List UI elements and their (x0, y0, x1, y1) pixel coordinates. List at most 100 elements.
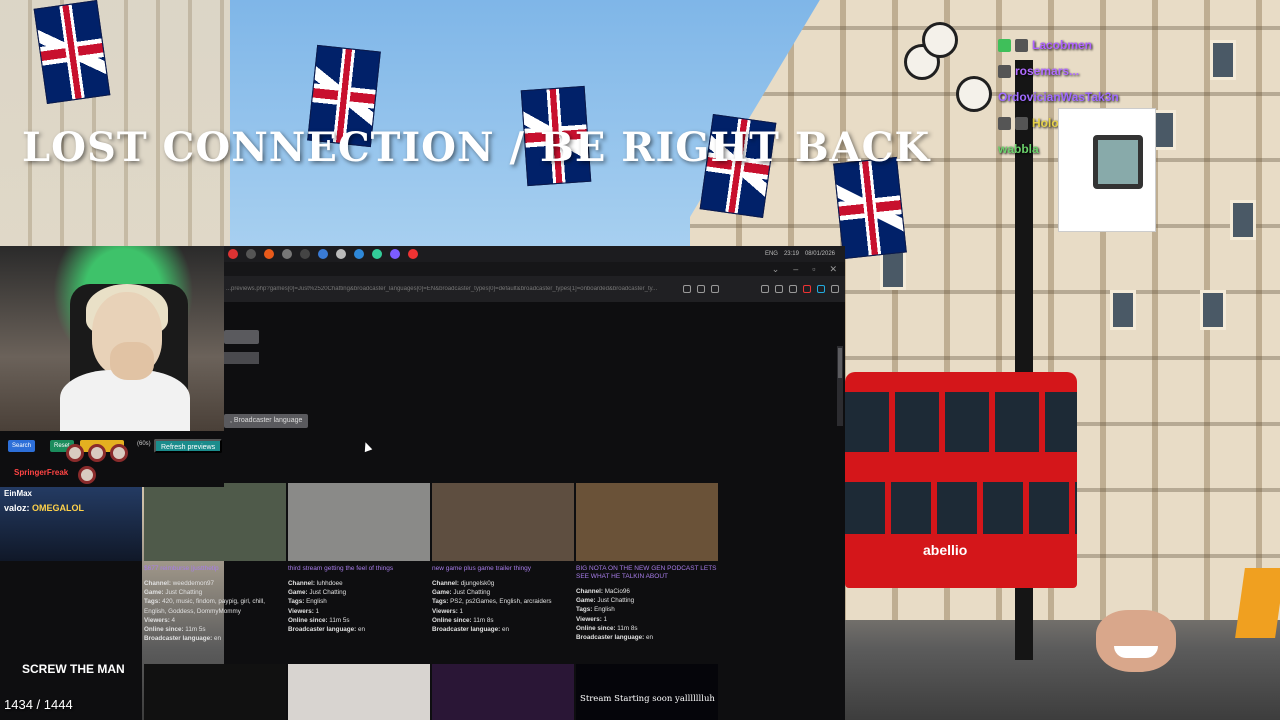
streamer-name: EinMax (4, 489, 33, 498)
stream-card[interactable]: BIG NOTA ON THE NEW GEN PODCAST LETS SEE… (576, 483, 718, 642)
building-window (1210, 40, 1236, 80)
stream-thumbnail[interactable] (432, 483, 574, 561)
app-icon[interactable] (390, 249, 400, 259)
minimize-icon[interactable]: – (793, 264, 798, 274)
maximize-icon[interactable]: ▫ (812, 264, 815, 274)
search-button[interactable]: Search (8, 440, 36, 452)
meta-tags: Tags: 420, music, findom, paypig, girl, … (144, 598, 265, 615)
meta-game: Game: Just Chatting (576, 597, 635, 605)
meta-game: Game: Just Chatting (144, 589, 203, 597)
stream-card[interactable]: third stream getting the feel of things C… (288, 483, 430, 634)
chat-username: Lacobmen (1032, 38, 1093, 52)
meta-viewers: Viewers: 1 (576, 615, 608, 623)
emote-image (1058, 108, 1156, 232)
window-controls: ⌄ – ▫ ✕ (224, 262, 845, 276)
stream-metadata: Channel: MaCio96 Game: Just Chatting Tags:… (576, 587, 718, 642)
app-icon[interactable] (300, 249, 310, 259)
extension-icon[interactable] (761, 285, 769, 293)
chat-username: wabbla (998, 142, 1039, 156)
firefox-icon[interactable] (264, 249, 274, 259)
menu-icon[interactable] (831, 285, 839, 293)
date: 08/01/2026 (804, 251, 835, 257)
stream-title[interactable]: $677 reimburse |justthetip (144, 565, 286, 573)
bus-logo: abellio (923, 542, 968, 558)
meta-online: Online since: 11m 5s (288, 616, 350, 624)
reader-icon[interactable] (683, 285, 691, 293)
badge-icon (998, 38, 1011, 52)
left-stream-card: EinMax valoz: OMEGALOL (0, 487, 142, 720)
app-icon[interactable] (336, 249, 346, 259)
stream-thumbnail[interactable] (288, 483, 430, 561)
address-bar[interactable]: ...previews.php?games[0]=Just%2520Chatti… (224, 276, 845, 302)
bottom-caption: SCREW THE MAN (22, 662, 125, 676)
stream-metadata: Channel: weeddemon97 Game: Just Chatting T… (144, 579, 286, 643)
meta-online: Online since: 11m 8s (576, 624, 638, 632)
emote-icon (78, 466, 96, 484)
badge-icon (998, 64, 1011, 78)
language-select[interactable] (224, 352, 259, 364)
meta-channel: Channel: weeddemon97 (144, 580, 214, 587)
stream-thumbnail[interactable]: Stream Starting soon yallllllluh (576, 664, 718, 720)
meta-language: Broadcaster language: en (144, 635, 222, 643)
stream-metadata: Channel: luhhdoee Game: Just Chatting Tags… (288, 579, 430, 634)
chat-message: OrdovicianWasTak3n (998, 84, 1198, 110)
stream-scene: { "overlay": { "banner": "LOST CONNECTIO… (0, 0, 1280, 720)
stream-card[interactable]: new game plus game trailer thingy Channel… (432, 483, 574, 634)
extension-icon[interactable] (789, 285, 797, 293)
meta-online: Online since: 11m 8s (432, 616, 494, 624)
extension-icon[interactable] (817, 285, 825, 293)
scrollbar[interactable] (837, 346, 843, 426)
chat-username: SpringerFreak (14, 468, 69, 477)
url-text[interactable]: ...previews.php?games[0]=Just%2520Chatti… (226, 286, 677, 292)
stream-card[interactable]: $677 reimburse |justthetip Channel: weedd… (144, 483, 286, 643)
building-window (1200, 290, 1226, 330)
refresh-previews-button[interactable]: Refresh previews (154, 439, 223, 453)
badge-icon (1015, 116, 1028, 130)
stream-thumbnail[interactable]: EinMax valoz: OMEGALOL (0, 487, 142, 561)
chat-message: rosemars... (998, 58, 1198, 84)
emote-icon (110, 444, 128, 462)
extension-icon[interactable] (803, 285, 811, 293)
meta-channel: Channel: djungelsk0g (432, 580, 495, 587)
close-icon[interactable]: ✕ (829, 264, 837, 275)
stream-title[interactable]: BIG NOTA ON THE NEW GEN PODCAST LETS SEE… (576, 565, 718, 581)
stream-thumbnail[interactable] (432, 664, 574, 720)
clock: 23:19 (783, 251, 799, 257)
stream-thumbnail[interactable] (576, 483, 718, 561)
building-window (880, 250, 906, 290)
meta-game: Game: Just Chatting (288, 589, 347, 597)
app-icon[interactable] (408, 249, 418, 259)
red-bus: abellio (845, 372, 1077, 588)
lamp-globe (956, 76, 992, 112)
chevron-down-icon[interactable]: ⌄ (772, 264, 780, 275)
stream-thumbnail[interactable] (288, 664, 430, 720)
filter-chip[interactable]: , Broadcaster language (224, 414, 309, 428)
app-icon[interactable] (228, 249, 238, 259)
app-icon[interactable] (354, 249, 364, 259)
webcam (0, 246, 224, 431)
extension-icon[interactable] (775, 285, 783, 293)
stream-title[interactable]: new game plus game trailer thingy (432, 565, 574, 573)
app-icon[interactable] (318, 249, 328, 259)
badge-icon (998, 116, 1011, 130)
app-icon[interactable] (246, 249, 256, 259)
stream-thumbnail[interactable] (144, 664, 286, 720)
stream-title[interactable]: third stream getting the feel of things (288, 565, 430, 573)
union-flag (833, 156, 907, 260)
meta-language: Broadcaster language: en (576, 634, 654, 642)
taskbar: ENG 23:19 08/01/2026 (224, 246, 845, 262)
system-tray: ENG 23:19 08/01/2026 (765, 251, 845, 257)
meta-channel: Channel: MaCio96 (576, 588, 630, 595)
translate-icon[interactable] (697, 285, 705, 293)
viewer-count: 1434 / 1444 (4, 697, 73, 712)
chat-username: OrdovicianWasTak3n (998, 90, 1119, 104)
stream-thumbnail[interactable] (144, 483, 286, 561)
star-icon[interactable] (711, 285, 719, 293)
games-select[interactable] (224, 330, 259, 344)
meta-tags: Tags: PS2, ps2Games, English, arcraiders (432, 598, 552, 606)
app-icon[interactable] (282, 249, 292, 259)
chat-username: rosemars... (1015, 64, 1080, 78)
lang-indicator: ENG (764, 251, 778, 257)
app-icon[interactable] (372, 249, 382, 259)
hand (110, 342, 154, 380)
